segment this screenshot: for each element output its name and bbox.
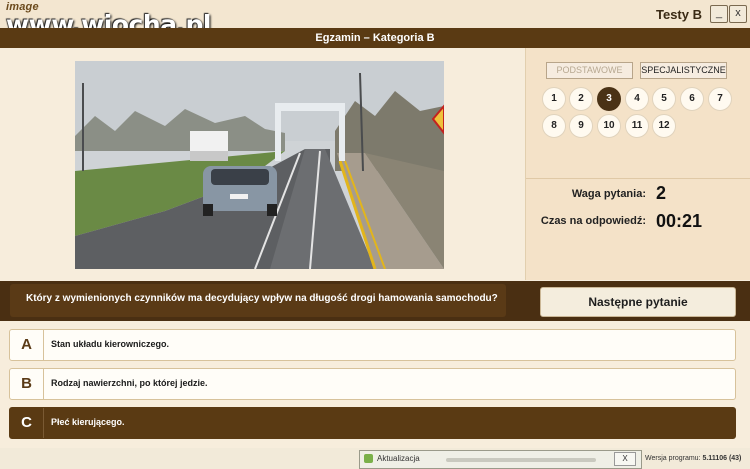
version-value: 5.11106 (43): [702, 455, 742, 462]
question-number[interactable]: 9: [569, 114, 593, 138]
app-title: Testy B: [656, 7, 702, 22]
version-info: Wersja programu: 5.11106 (43): [645, 455, 741, 462]
answer-option-b[interactable]: B Rodzaj nawierzchni, po której jedzie.: [9, 368, 736, 400]
time-value: 00:21: [656, 211, 703, 231]
tab-specialist[interactable]: SPECJALISTYCZNE: [640, 62, 727, 79]
question-number[interactable]: 2: [569, 87, 593, 111]
question-number[interactable]: 8: [542, 114, 566, 138]
exam-header: Egzamin – Kategoria B: [0, 28, 750, 48]
weight-value: 2: [656, 183, 667, 203]
question-number[interactable]: 12: [652, 114, 676, 138]
update-message: [446, 458, 596, 462]
exam-sidebar: [525, 48, 750, 280]
question-image: [75, 61, 444, 269]
question-number[interactable]: 11: [625, 114, 649, 138]
sidebar-divider: [526, 178, 750, 179]
answer-text: Płeć kierującego.: [51, 417, 125, 427]
question-number[interactable]: 1: [542, 87, 566, 111]
answer-text: Rodzaj nawierzchni, po której jedzie.: [51, 378, 208, 388]
answer-option-a[interactable]: A Stan układu kierowniczego.: [9, 329, 736, 361]
update-title: Aktualizacja: [377, 454, 420, 463]
question-number[interactable]: 6: [680, 87, 704, 111]
question-number[interactable]: 7: [708, 87, 732, 111]
update-icon: [364, 454, 373, 463]
answer-option-c[interactable]: C Płeć kierującego.: [9, 407, 736, 439]
answer-letter: A: [10, 330, 44, 360]
weight-label: Waga pytania:: [571, 188, 646, 200]
close-button[interactable]: x: [729, 5, 747, 23]
answer-letter: C: [10, 408, 44, 438]
question-number[interactable]: 10: [597, 114, 621, 138]
tab-basic[interactable]: PODSTAWOWE: [546, 62, 633, 79]
update-close-button[interactable]: X: [614, 452, 636, 466]
question-number-current[interactable]: 3: [597, 87, 621, 111]
version-label: Wersja programu:: [645, 455, 701, 462]
question-number[interactable]: 5: [652, 87, 676, 111]
time-label: Czas na odpowiedź:: [540, 215, 646, 227]
answer-letter: B: [10, 369, 44, 399]
minimize-button[interactable]: _: [710, 5, 728, 23]
answer-text: Stan układu kierowniczego.: [51, 339, 170, 349]
next-question-button[interactable]: Następne pytanie: [540, 287, 736, 317]
update-popup[interactable]: Aktualizacja X: [359, 450, 642, 469]
question-number[interactable]: 4: [625, 87, 649, 111]
question-text: Który z wymienionych czynników ma decydu…: [26, 293, 498, 304]
